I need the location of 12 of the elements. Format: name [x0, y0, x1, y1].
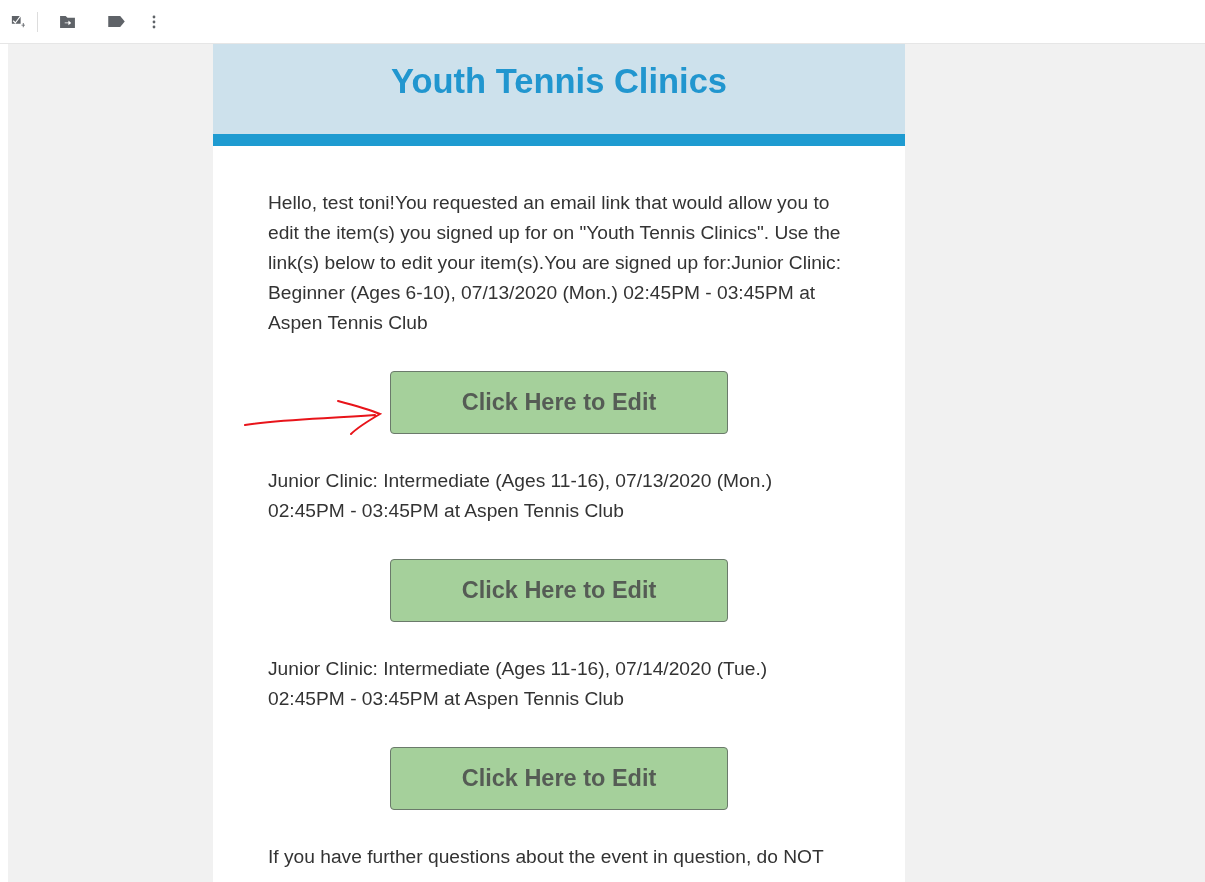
edit-button[interactable]: Click Here to Edit: [390, 747, 728, 810]
paragraph: Junior Clinic: Intermediate (Ages 11-16), 07/14/2020 (Tue.) 02:45PM - 03:45PM at Aspen Tennis Club: [268, 657, 769, 711]
paragraph: Hello, test toni!You requested an email link that would allow you to edit the item(s) you signed up for on "Youth Tennis Clinics". Use the link(s) below to edit your item(s).You are signed up for:Junior Clinic: Beginner (Ages 6-10), 07/13/2020 (Mon.) 02:45PM - 03:45PM at Aspen Tennis Club: [268, 191, 843, 335]
edit-button[interactable]: Click Here to Edit: [390, 371, 728, 434]
email-title: Youth Tennis Clinics: [390, 61, 728, 101]
paragraph: If you have further questions about the event in question, do NOT: [268, 845, 825, 869]
label-icon[interactable]: [108, 16, 125, 27]
paragraph: Junior Clinic: Intermediate (Ages 11-16), 07/13/2020 (Mon.) 02:45PM - 03:45PM at Aspen Tennis Club: [268, 469, 774, 523]
edit-button[interactable]: Click Here to Edit: [390, 559, 728, 622]
folder-arrow-icon[interactable]: [60, 15, 75, 28]
more-icon[interactable]: [152, 14, 156, 29]
task-add-icon[interactable]: [11, 14, 25, 29]
